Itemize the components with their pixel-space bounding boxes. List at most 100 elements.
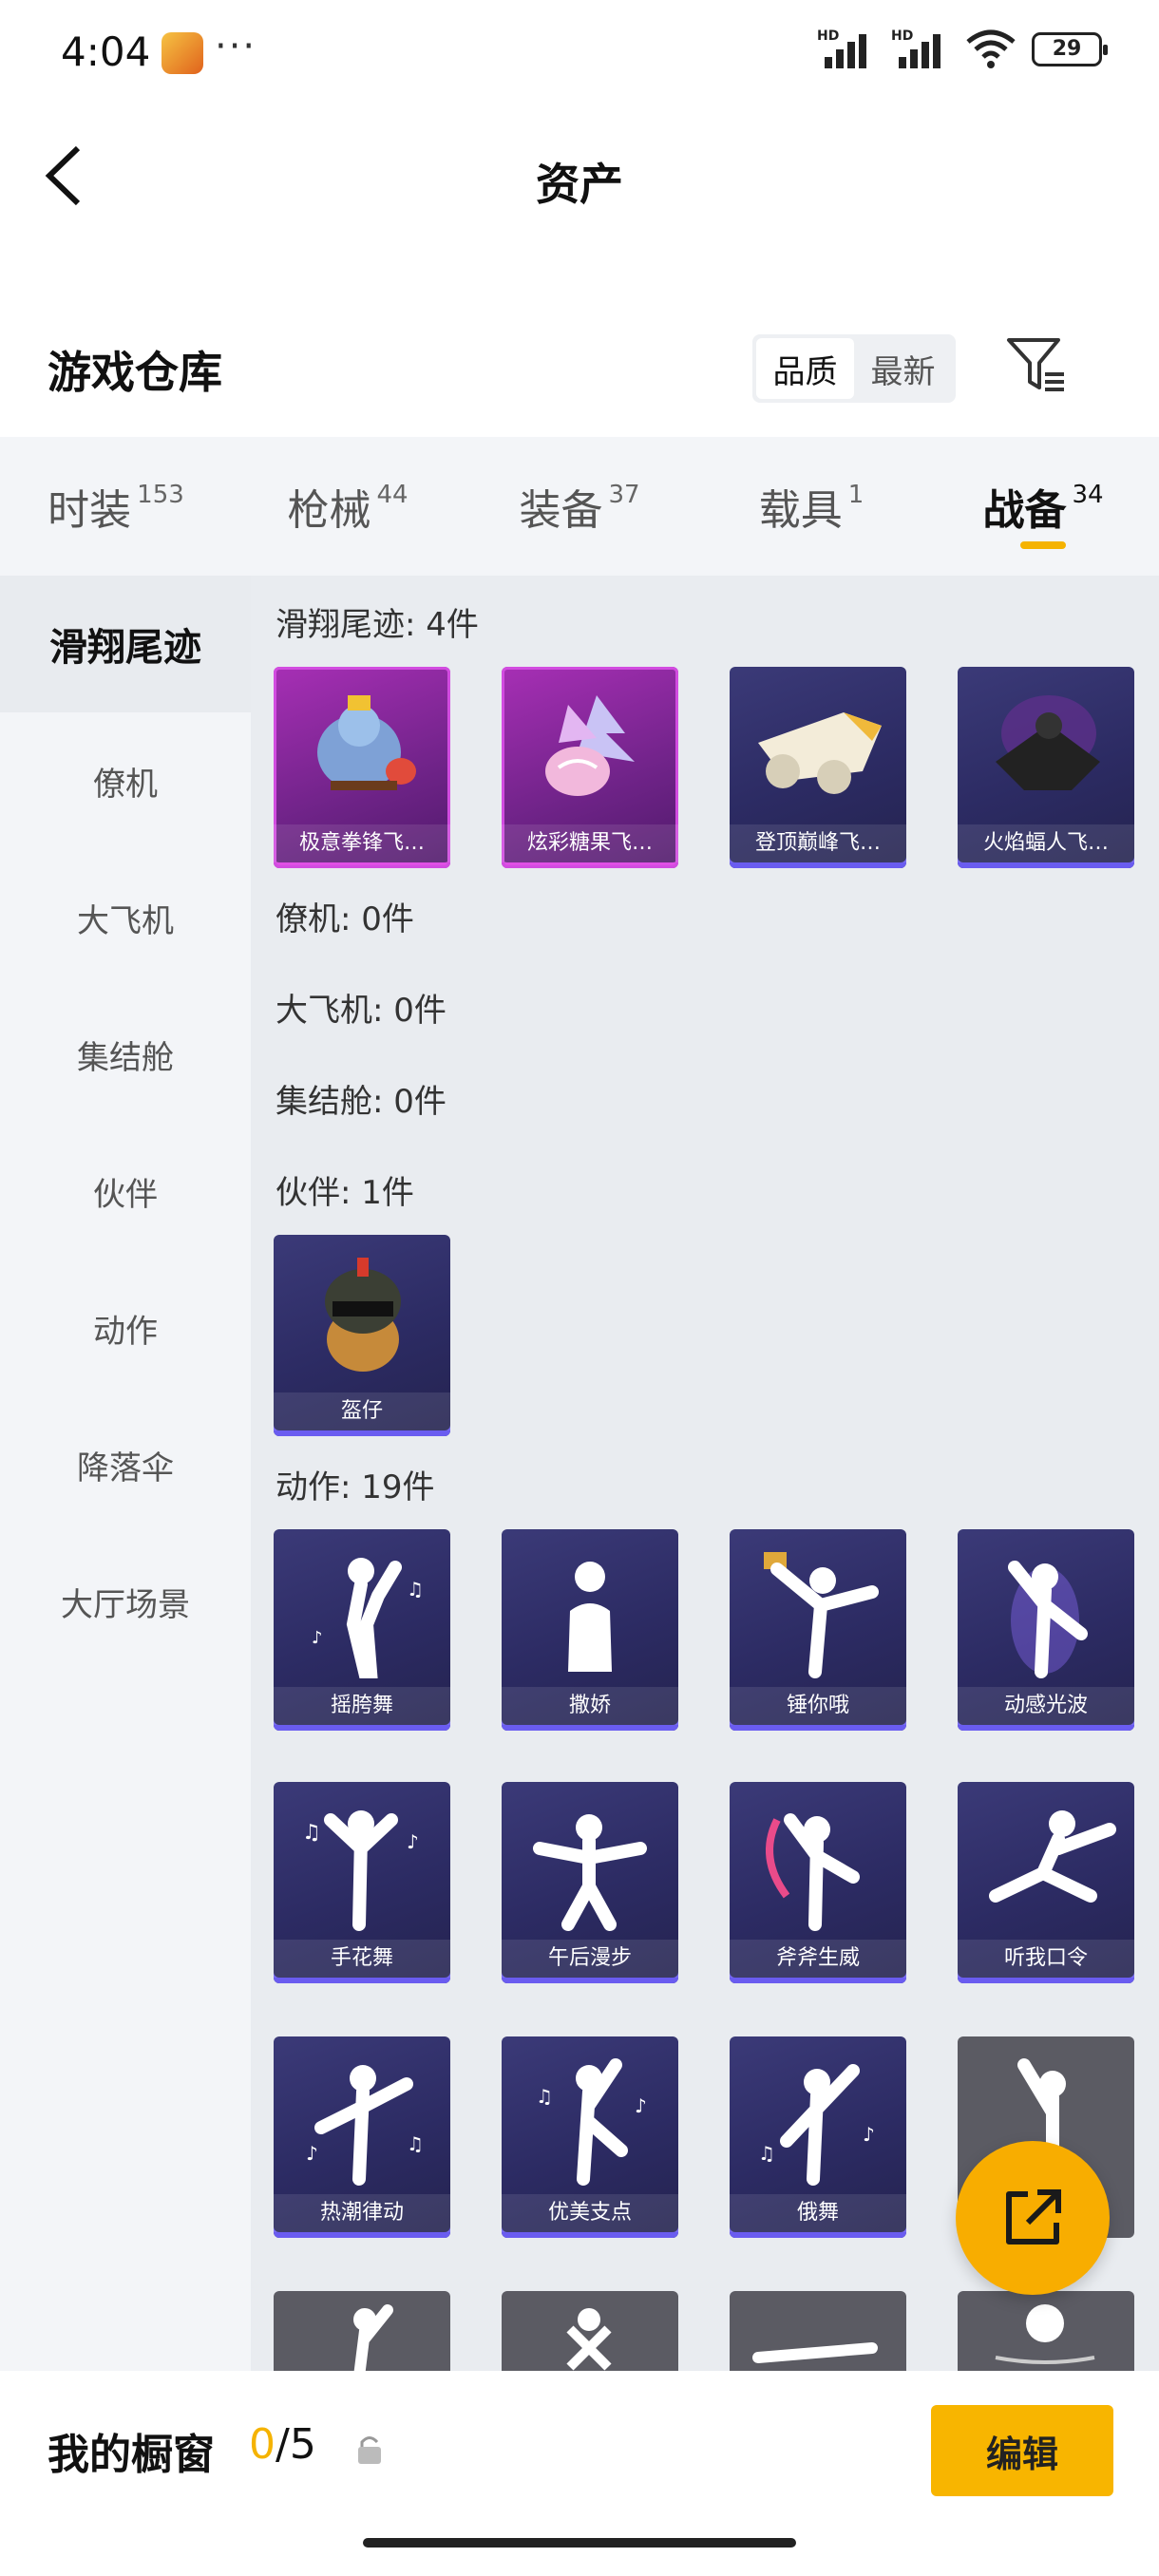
item-image [545, 695, 635, 796]
tab-fashion[interactable]: 时装 153 [0, 437, 232, 576]
section-title-pod: 集结舱: 0件 [276, 1083, 446, 1121]
svg-text:♫: ♫ [302, 1821, 321, 1845]
sidebar-item-partner[interactable]: 伙伴 [0, 1123, 251, 1260]
showcase-bar: 我的橱窗 0/5 编辑 [0, 2371, 1159, 2576]
svg-text:♪: ♪ [306, 2142, 318, 2165]
home-indicator[interactable] [363, 2538, 796, 2548]
filter-icon[interactable] [1005, 336, 1066, 395]
dance-figure-icon [1008, 1561, 1088, 1678]
page-title: 资产 [536, 159, 623, 210]
tab-readiness[interactable]: 战备 34 [927, 437, 1159, 576]
dance-figure-icon [764, 1552, 879, 1678]
item-name: 炫彩糖果飞… [502, 824, 678, 862]
tab-count: 44 [376, 481, 408, 509]
status-bar: 4:04 ··· HD HD 29 [0, 0, 1159, 104]
sidebar-item-emotes[interactable]: 动作 [0, 1260, 251, 1396]
item-card[interactable]: 极意拳锋飞… [274, 667, 450, 868]
dance-figure-icon [568, 1562, 612, 1672]
svg-text:♫: ♫ [407, 2132, 424, 2155]
tab-label: 时装 [48, 486, 132, 535]
dance-figure-icon [353, 2304, 393, 2371]
sort-latest-option[interactable]: 最新 [854, 338, 952, 399]
svg-text:♪: ♪ [863, 2123, 875, 2146]
sidebar-item-pod[interactable]: 集结舱 [0, 986, 251, 1123]
item-card[interactable]: 听我口令 [958, 1782, 1134, 1983]
svg-text:♪: ♪ [407, 1830, 419, 1853]
item-card-locked[interactable] [274, 2291, 450, 2371]
category-tabs: 时装 153 枪械 44 装备 37 载具 1 战备 34 [0, 437, 1159, 576]
dance-figure-icon: ♫♪ [312, 1558, 424, 1678]
sort-quality-option[interactable]: 品质 [756, 338, 854, 399]
sidebar-item-glide-trail[interactable]: 滑翔尾迹 [0, 576, 251, 712]
item-card-locked[interactable] [958, 2291, 1134, 2371]
item-card[interactable]: 炫彩糖果飞… [502, 667, 678, 868]
edit-button[interactable]: 编辑 [931, 2405, 1113, 2496]
tab-count: 1 [847, 481, 864, 509]
app-notification-icon [162, 32, 203, 74]
section-title-partner: 伙伴: 1件 [276, 1174, 414, 1212]
more-notifications-icon: ··· [215, 25, 257, 68]
item-card[interactable]: ♪ ♫ 热潮律动 [274, 2036, 450, 2238]
item-card[interactable]: ♫ ♪ 俄舞 [730, 2036, 906, 2238]
status-time: 4:04 [61, 28, 151, 75]
item-card[interactable]: ♫ ♪ 优美支点 [502, 2036, 678, 2238]
dance-figure-icon [566, 2308, 612, 2371]
item-name: 火焰蝠人飞… [958, 824, 1134, 862]
svg-text:♫: ♫ [407, 1578, 424, 1601]
dance-figure-icon: ♫♪ [302, 1810, 419, 1931]
dance-figure-icon: ♪ ♫ [306, 2065, 424, 2186]
item-name: 撒娇 [502, 1687, 678, 1725]
dance-figure-icon [752, 2342, 878, 2363]
item-card[interactable]: ♫ ♪ 手花舞 [274, 1782, 450, 1983]
signal-1-icon: HD [817, 28, 876, 70]
tab-weapons[interactable]: 枪械 44 [232, 437, 464, 576]
item-card[interactable]: ♫ ♪ 摇胯舞 [274, 1529, 450, 1731]
item-card[interactable]: 盔仔 [274, 1235, 450, 1436]
sidebar: 滑翔尾迹 僚机 大飞机 集结舱 伙伴 动作 降落伞 大厅场景 [0, 576, 251, 2371]
svg-text:♪: ♪ [635, 2094, 647, 2117]
tab-equipment[interactable]: 装备 37 [464, 437, 695, 576]
warehouse-title: 游戏仓库 [48, 347, 222, 398]
item-name: 登顶巅峰飞… [730, 824, 906, 862]
item-card-locked[interactable] [730, 2291, 906, 2371]
sidebar-item-wingman[interactable]: 僚机 [0, 712, 251, 849]
tab-label: 枪械 [287, 486, 371, 535]
lock-icon [358, 2436, 381, 2464]
sidebar-item-parachute[interactable]: 降落伞 [0, 1396, 251, 1533]
item-card[interactable]: 斧斧生威 [730, 1782, 906, 1983]
item-image [758, 712, 882, 794]
dance-figure-icon [995, 2304, 1095, 2364]
item-name: 锤你哦 [730, 1687, 906, 1725]
tab-count: 153 [137, 481, 184, 509]
item-name: 摇胯舞 [274, 1687, 450, 1725]
item-card[interactable]: 午后漫步 [502, 1782, 678, 1983]
showcase-label: 我的橱窗 [48, 2431, 215, 2479]
svg-text:♫: ♫ [758, 2142, 775, 2165]
active-tab-indicator [1020, 541, 1066, 549]
item-card[interactable]: 锤你哦 [730, 1529, 906, 1731]
dance-figure-icon [766, 1813, 860, 1931]
item-card-locked[interactable] [502, 2291, 678, 2371]
showcase-count: 0/5 [249, 2420, 316, 2469]
item-image [996, 695, 1100, 790]
tab-label: 装备 [519, 486, 603, 535]
item-card[interactable]: 撒娇 [502, 1529, 678, 1731]
share-icon [1006, 2189, 1061, 2245]
header: 资产 [0, 104, 1159, 247]
share-button[interactable] [956, 2141, 1110, 2295]
item-card[interactable]: 火焰蝠人飞… [958, 667, 1134, 868]
item-name: 斧斧生威 [730, 1940, 906, 1978]
sidebar-item-plane[interactable]: 大飞机 [0, 849, 251, 986]
sidebar-item-lobby-scene[interactable]: 大厅场景 [0, 1533, 251, 1670]
tab-count: 37 [608, 481, 640, 509]
showcase-current: 0 [249, 2420, 276, 2469]
sort-toggle[interactable]: 品质 最新 [752, 334, 956, 403]
tab-label: 载具 [758, 486, 843, 535]
item-name: 盔仔 [274, 1392, 450, 1430]
item-image [317, 695, 416, 790]
dance-figure-icon: ♫♪ [536, 2058, 647, 2186]
item-list[interactable]: 滑翔尾迹: 4件 极意拳锋飞… 炫彩糖果飞… 登顶巅峰飞… 火焰蝠人飞… 僚机:… [251, 576, 1159, 2371]
item-card[interactable]: 登顶巅峰飞… [730, 667, 906, 868]
tab-vehicles[interactable]: 载具 1 [695, 437, 927, 576]
item-card[interactable]: 动感光波 [958, 1529, 1134, 1731]
